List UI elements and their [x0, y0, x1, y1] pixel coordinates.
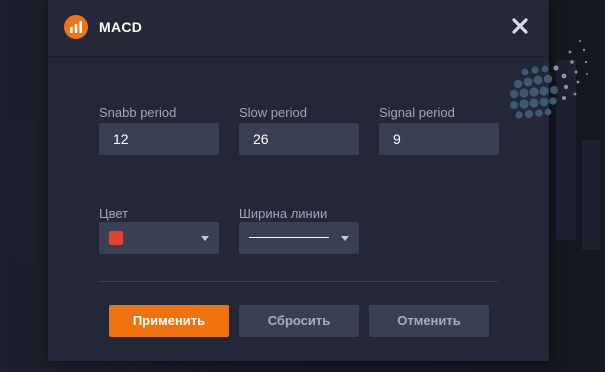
reset-button[interactable]: Сбросить [239, 305, 359, 337]
line-width-select[interactable] [239, 222, 359, 254]
line-width-label: Ширина линии [239, 206, 328, 221]
macd-settings-dialog: MACD Snabb period Slow period Signal per… [48, 0, 588, 361]
background-candle [556, 60, 576, 240]
background-candle [582, 140, 600, 250]
slow-period-input[interactable] [239, 123, 359, 155]
signal-period-label: Signal period [379, 105, 455, 120]
dialog-header: MACD [48, 0, 549, 57]
color-label: Цвет [99, 206, 129, 221]
color-select[interactable] [99, 222, 219, 254]
line-width-sample [249, 237, 329, 238]
close-icon[interactable] [509, 15, 531, 37]
signal-period-input[interactable] [379, 123, 499, 155]
chevron-down-icon [341, 236, 349, 241]
bar-chart-icon [64, 15, 88, 39]
divider [98, 281, 498, 282]
cancel-button[interactable]: Отменить [369, 305, 489, 337]
fast-period-label: Snabb period [99, 105, 177, 120]
dialog-title: MACD [99, 19, 143, 35]
chevron-down-icon [201, 236, 209, 241]
slow-period-label: Slow period [239, 105, 307, 120]
fast-period-input[interactable] [99, 123, 219, 155]
background-candle [14, 120, 36, 260]
apply-button[interactable]: Применить [109, 305, 229, 337]
color-swatch [109, 231, 123, 245]
